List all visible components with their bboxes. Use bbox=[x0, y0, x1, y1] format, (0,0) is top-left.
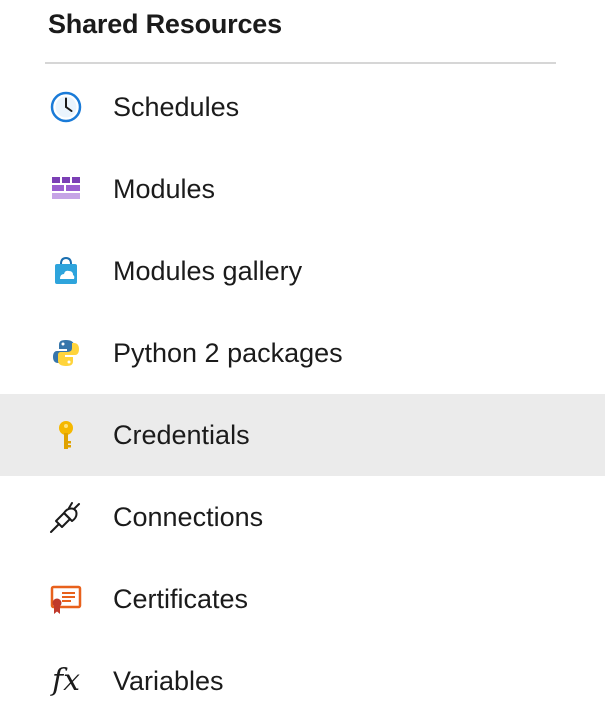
nav-item-modules-gallery[interactable]: Modules gallery bbox=[0, 230, 605, 312]
nav-item-label: Certificates bbox=[113, 584, 249, 614]
shared-resources-panel: Shared Resources Schedules Modules Modul… bbox=[0, 0, 605, 698]
fx-glyph: fx bbox=[51, 663, 81, 698]
nav-item-modules[interactable]: Modules bbox=[0, 148, 605, 230]
modules-icon bbox=[44, 167, 88, 211]
plug-icon bbox=[44, 495, 88, 539]
nav-item-connections[interactable]: Connections bbox=[0, 476, 605, 558]
nav-item-label: Modules bbox=[113, 174, 216, 204]
nav-list: Schedules Modules Modules gallery Python… bbox=[0, 66, 605, 722]
section-title: Shared Resources bbox=[48, 9, 282, 39]
nav-item-certificates[interactable]: Certificates bbox=[0, 558, 605, 640]
nav-item-label: Python 2 packages bbox=[113, 338, 343, 368]
certificate-icon bbox=[44, 577, 88, 621]
nav-item-credentials[interactable]: Credentials bbox=[0, 394, 605, 476]
gallery-bag-icon bbox=[44, 249, 88, 293]
nav-item-variables[interactable]: fx Variables bbox=[0, 640, 605, 722]
nav-item-schedules[interactable]: Schedules bbox=[0, 66, 605, 148]
nav-item-label: Modules gallery bbox=[113, 256, 303, 286]
nav-item-label: Credentials bbox=[113, 420, 250, 450]
key-icon bbox=[44, 413, 88, 457]
clock-icon bbox=[44, 85, 88, 129]
python-icon bbox=[44, 331, 88, 375]
section-divider bbox=[45, 62, 556, 64]
nav-item-label: Variables bbox=[113, 666, 224, 696]
nav-item-python-packages[interactable]: Python 2 packages bbox=[0, 312, 605, 394]
nav-item-label: Schedules bbox=[113, 92, 240, 122]
nav-item-label: Connections bbox=[113, 502, 264, 532]
fx-icon: fx bbox=[44, 659, 88, 703]
